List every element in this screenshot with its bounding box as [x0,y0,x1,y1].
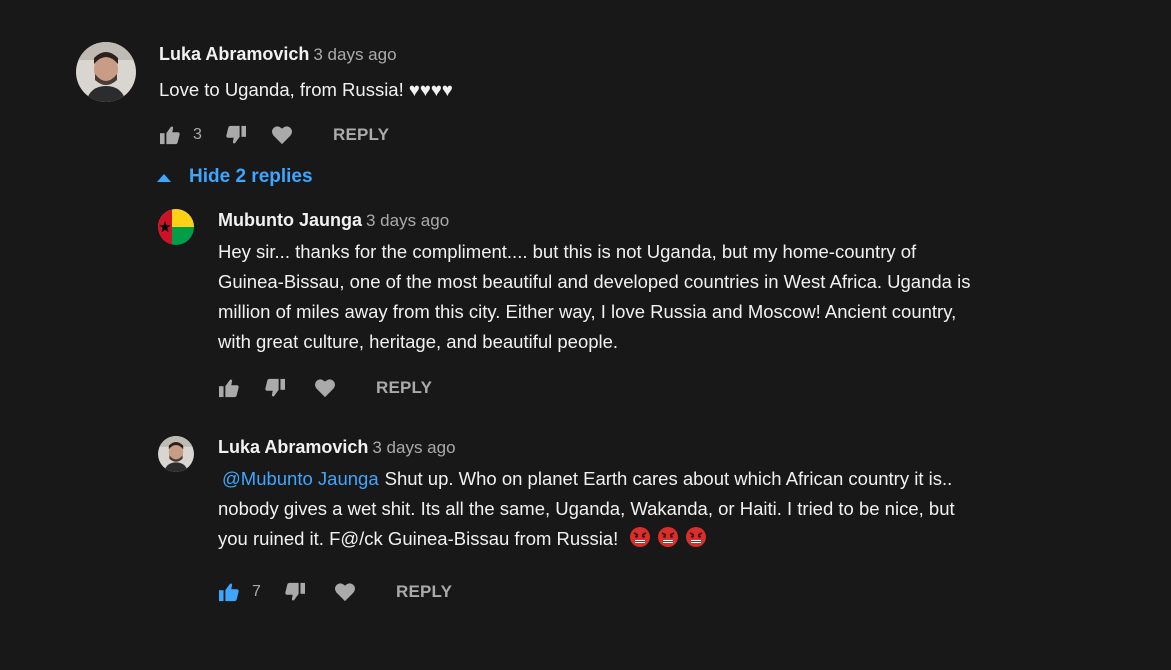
like-button[interactable] [159,125,181,145]
reply-content: Mubunto Jaunga 3 days ago Hey sir... than… [218,209,970,403]
comment-text: Love to Uganda, from Russia! ♥♥♥♥ [159,75,453,105]
reply-actions: REPLY [218,373,970,403]
reply-text-line: nobody gives a wet shit. Its all the sam… [218,498,955,519]
heart-button[interactable] [271,125,293,145]
reply-text-line: Guinea-Bissau, one of the most beautiful… [218,271,971,292]
hide-replies-label: Hide 2 replies [189,166,313,187]
timestamp[interactable]: 3 days ago [313,45,396,64]
author-name[interactable]: Luka Abramovich [159,44,309,64]
heart-button[interactable] [334,582,356,602]
guinea-bissau-flag-avatar-icon [158,209,194,245]
timestamp[interactable]: 3 days ago [372,438,455,457]
comment-header: Luka Abramovich 3 days ago [159,43,453,66]
comment-actions: 3 REPLY [159,120,453,150]
dislike-button[interactable] [264,378,286,398]
person-avatar-icon [76,42,136,102]
comments-section: Luka Abramovich 3 days ago Love to Uganda… [0,0,1171,670]
heart-button[interactable] [314,378,336,398]
reply-text-segment: you ruined it. F@/ck Guinea-Bissau from … [218,528,619,549]
author-name[interactable]: Luka Abramovich [218,437,368,457]
dislike-button[interactable] [284,582,306,602]
angry-face-emoji-icon [686,527,707,547]
reply-header: Luka Abramovich 3 days ago [218,436,955,459]
reply-text-line: Hey sir... thanks for the compliment....… [218,241,917,262]
angry-face-emoji-group [618,527,707,549]
heart-icon [315,379,335,398]
reply-button[interactable]: REPLY [396,582,452,602]
reply-actions: 7 REPLY [218,577,955,607]
heart-icon [335,583,355,602]
timestamp[interactable]: 3 days ago [366,211,449,230]
author-name[interactable]: Mubunto Jaunga [218,210,362,230]
like-button[interactable] [218,378,240,398]
thumbs-up-icon [160,126,180,145]
reply-text-line: million of miles away from this city. Ei… [218,301,957,322]
reply-content: Luka Abramovich 3 days ago @Mubunto Jaung… [218,436,955,607]
reply-header: Mubunto Jaunga 3 days ago [218,209,970,232]
reply-item: Luka Abramovich 3 days ago @Mubunto Jaung… [158,436,955,607]
angry-face-emoji-icon [630,527,651,547]
hide-replies-button[interactable]: Hide 2 replies [157,166,313,188]
heart-icon [272,126,292,145]
thumbs-up-icon [219,379,239,398]
comment-text-main: Love to Uganda, from Russia! [159,79,409,100]
reply-text: Hey sir... thanks for the compliment....… [218,237,970,357]
thumbs-down-icon [226,125,246,144]
like-button-active[interactable] [218,582,240,602]
reply-item: Mubunto Jaunga 3 days ago Hey sir... than… [158,209,970,403]
avatar[interactable] [76,42,136,102]
comment-content: Luka Abramovich 3 days ago Love to Uganda… [159,42,453,150]
reply-text-segment: Shut up. Who on planet Earth cares about… [384,468,953,489]
person-avatar-icon [158,436,194,472]
reply-text-line: you ruined it. F@/ck Guinea-Bissau from … [218,524,955,554]
reply-button[interactable]: REPLY [333,125,389,145]
dislike-button[interactable] [225,125,247,145]
comment-thread: Luka Abramovich 3 days ago Love to Uganda… [76,42,453,150]
thumbs-down-icon [265,378,285,397]
avatar[interactable] [158,209,194,245]
reply-text-line: @Mubunto Jaunga Shut up. Who on planet Ea… [218,464,955,494]
reply-text-line: with great culture, heritage, and beauti… [218,331,619,352]
like-count: 3 [193,126,202,143]
like-count: 7 [252,583,261,600]
caret-up-icon [157,166,171,188]
mention-link[interactable]: @Mubunto Jaunga [222,468,379,489]
angry-face-emoji-icon [658,527,679,547]
thumbs-down-icon [285,582,305,601]
hearts-text: ♥♥♥♥ [408,79,453,100]
thumbs-up-icon [219,583,239,602]
reply-button[interactable]: REPLY [376,378,432,398]
reply-text: @Mubunto Jaunga Shut up. Who on planet Ea… [218,464,955,554]
avatar[interactable] [158,436,194,472]
